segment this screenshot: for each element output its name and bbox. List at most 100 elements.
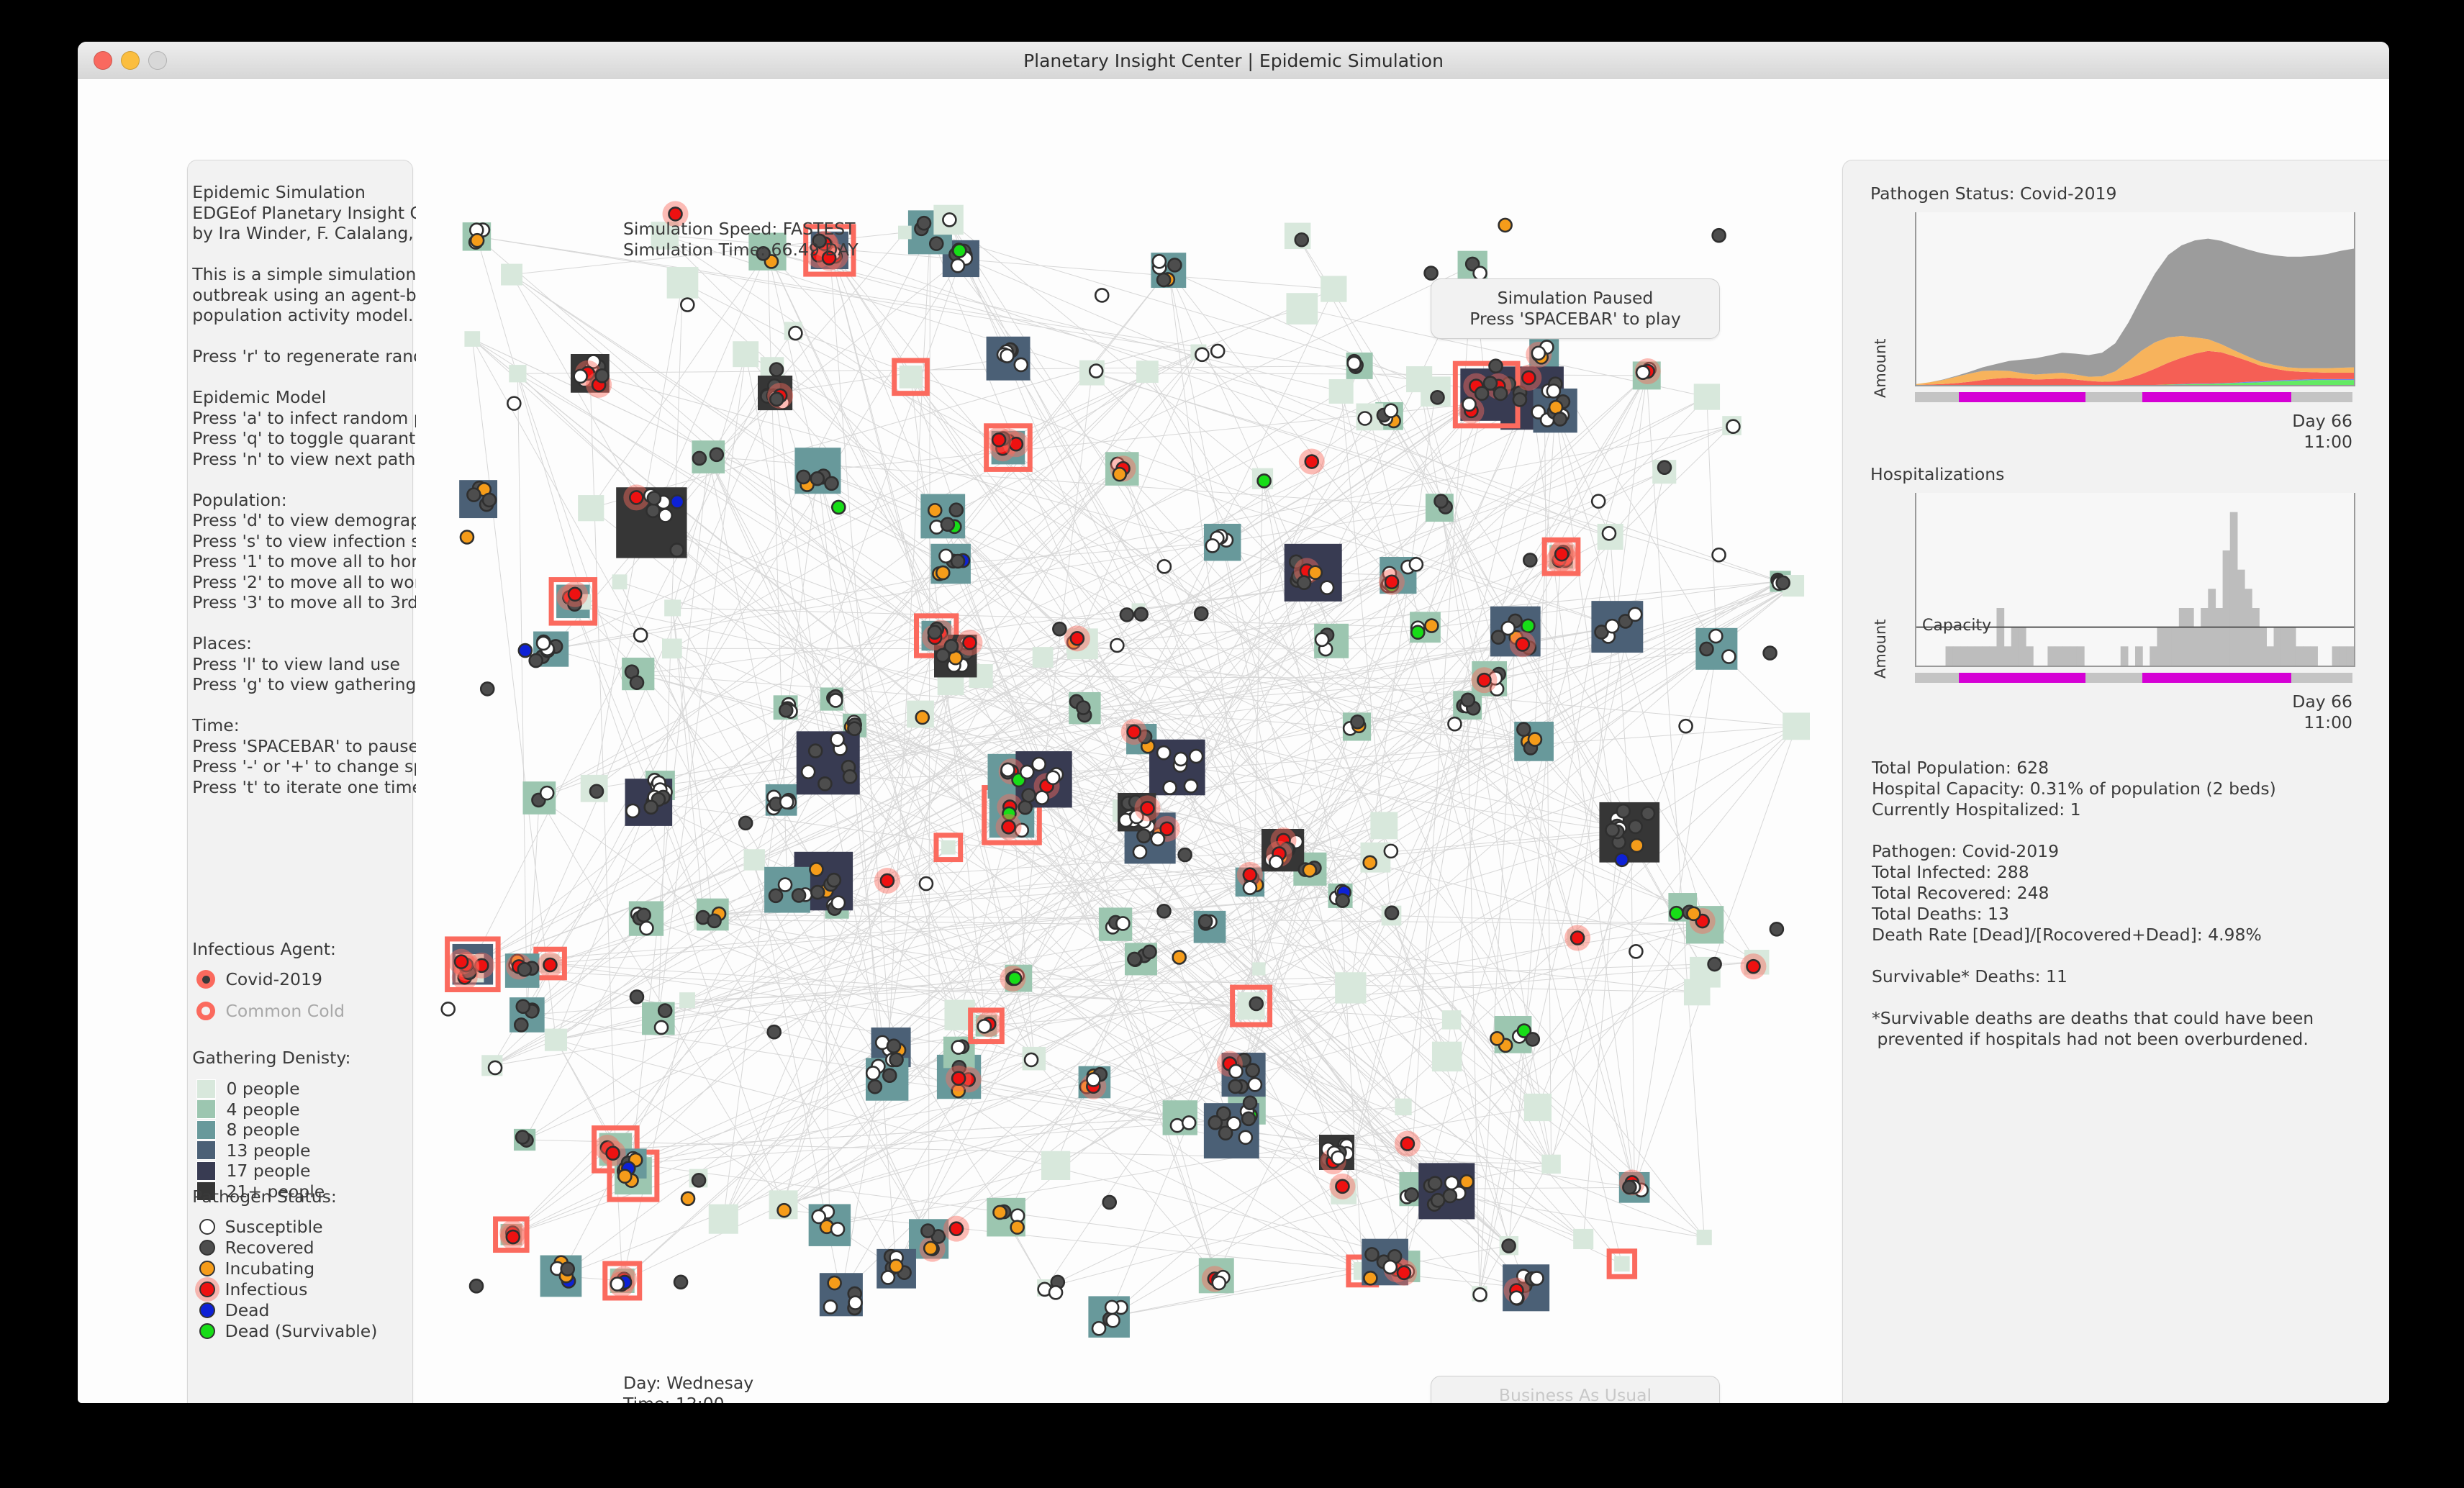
minimize-button[interactable] <box>121 51 140 70</box>
pathogen-status-chart <box>1915 212 2355 386</box>
agent-dot <box>1590 494 1606 509</box>
agent-dot <box>669 494 685 509</box>
agent-dot <box>629 675 645 690</box>
hospital-bar <box>2011 627 2019 666</box>
pause-play-button[interactable]: Simulation Paused Press 'SPACEBAR' to pl… <box>1431 278 1720 339</box>
agent-dot <box>1629 838 1644 853</box>
agent-dot <box>791 888 807 903</box>
status-legend-item: Incubating <box>199 1258 314 1279</box>
close-button[interactable] <box>94 51 112 70</box>
info-panel: Epidemic Simulation EDGEof Planetary Ins… <box>187 160 519 1403</box>
status-dot-icon <box>199 1323 215 1339</box>
agent-dot <box>1094 288 1110 303</box>
agent-dot <box>828 693 843 708</box>
agent-dot <box>673 1274 689 1290</box>
agent-dot <box>1010 1220 1025 1235</box>
density-legend-item: 4 people <box>196 1099 300 1120</box>
agent-dot <box>948 1221 964 1236</box>
agent-dot <box>1249 996 1264 1012</box>
agent-dot <box>1362 855 1377 871</box>
agent-dot <box>1242 1095 1258 1111</box>
agent-dot <box>589 784 604 799</box>
agent-dot <box>513 1017 529 1033</box>
agent-dot <box>1086 1072 1101 1087</box>
agent-dot <box>942 212 957 227</box>
agent-dot <box>1218 1125 1233 1141</box>
agent-dot <box>886 1038 902 1054</box>
status-dot-icon <box>199 1261 215 1276</box>
agent-dot <box>1269 854 1284 870</box>
agent-dot <box>1302 863 1318 878</box>
agent-dot <box>1346 355 1362 371</box>
density-legend-item: 17 people <box>196 1161 311 1181</box>
agent-dot <box>625 803 640 819</box>
agent-dot <box>1241 1111 1256 1127</box>
density-legend-label: 8 people <box>226 1120 300 1140</box>
density-legend-item: 13 people <box>196 1140 311 1161</box>
agent-dot <box>1669 905 1684 921</box>
agent-dot <box>952 243 967 258</box>
agent-dot <box>788 325 803 341</box>
agent-dot <box>633 627 648 643</box>
agent-option-covid[interactable]: Covid-2019 <box>196 969 322 989</box>
quarantine-segment-off <box>1915 392 1959 402</box>
agent-dot <box>800 764 816 779</box>
agent-dot <box>1629 943 1644 959</box>
hospital-bar <box>1967 646 1975 666</box>
quarantine-segment-on <box>2142 392 2291 402</box>
agent-dot <box>962 635 977 650</box>
hospital-bar <box>2229 512 2238 666</box>
agent-dot <box>1699 641 1714 657</box>
quarantine-toggle-button[interactable]: Business As Usual Press 'q' to quarantin… <box>1431 1376 1720 1403</box>
agent-dot <box>481 492 497 508</box>
agent-dot <box>1531 345 1546 361</box>
agent-dot <box>940 517 956 532</box>
agent-dot <box>1242 880 1258 896</box>
city-map[interactable] <box>416 160 1841 1403</box>
agent-dot <box>1256 473 1272 489</box>
agent-dot <box>880 1270 896 1285</box>
agent-dot <box>1493 386 1508 402</box>
agent-dot <box>1211 1275 1227 1291</box>
hospital-bar <box>2266 646 2275 666</box>
agent-dot <box>776 1202 792 1218</box>
hospital-bar <box>2026 646 2034 666</box>
agent-dot <box>1023 1052 1039 1068</box>
hospital-bar <box>2222 550 2231 666</box>
agent-dot <box>1104 1299 1120 1315</box>
agent-dot <box>1034 790 1050 805</box>
agent-dot <box>1156 745 1172 761</box>
agent-dot <box>1177 847 1192 863</box>
window-titlebar: Planetary Insight Center | Epidemic Simu… <box>78 42 2389 80</box>
hospital-bar <box>1975 646 1983 666</box>
agent-dot <box>487 1060 503 1076</box>
city-simulation-canvas[interactable]: Simulation Speed: FASTEST Simulation Tim… <box>416 160 1841 1403</box>
agent-dot <box>817 776 833 791</box>
hospitalizations-chart-title: Hospitalizations <box>1870 464 2005 484</box>
hospital-bar <box>2120 646 2129 666</box>
density-swatch <box>196 1140 217 1160</box>
agent-dot <box>1228 1063 1244 1079</box>
agent-dot <box>468 1279 484 1294</box>
agent-dot <box>1746 958 1761 974</box>
agent-dot <box>692 450 707 466</box>
agent-option-common-cold[interactable]: Common Cold <box>196 1001 345 1021</box>
quarantine-segment-on <box>1958 392 2086 402</box>
density-swatch <box>196 1099 217 1119</box>
agent-dot <box>766 1024 782 1040</box>
hospital-bar <box>2076 646 2085 666</box>
agent-dot <box>1462 396 1477 412</box>
agent-dot <box>842 769 858 784</box>
zoom-button[interactable] <box>148 51 167 70</box>
agent-dot <box>1076 700 1091 715</box>
agent-dot <box>1319 580 1335 595</box>
agent-dot <box>1001 820 1016 835</box>
quarantine-segment-on <box>1958 673 2086 683</box>
agent-dot <box>679 297 695 312</box>
quarantine-segment-off <box>2085 673 2143 683</box>
window-controls[interactable] <box>94 51 167 70</box>
agent-dot <box>1622 1179 1637 1195</box>
agent-dot <box>1294 232 1310 248</box>
agent-dot <box>923 1240 938 1256</box>
agent-dot <box>1628 819 1643 835</box>
